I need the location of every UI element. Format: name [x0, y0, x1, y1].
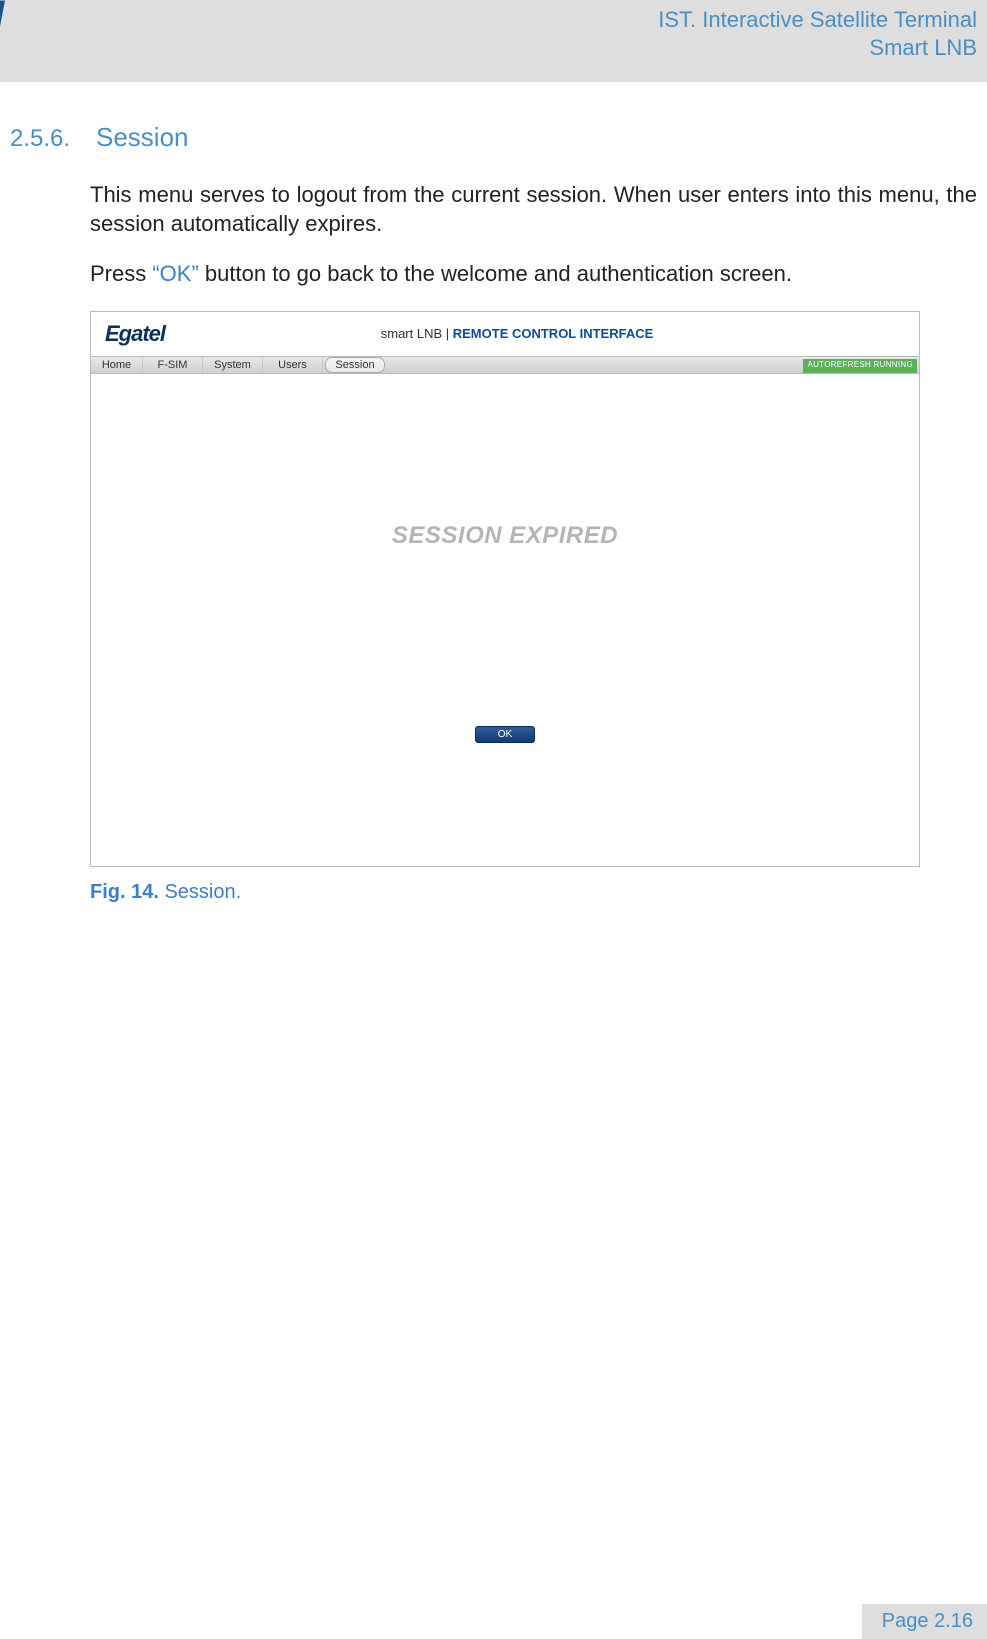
ok-button[interactable]: OK — [475, 726, 535, 743]
app-title-bold: REMOTE CONTROL INTERFACE — [453, 326, 654, 341]
embedded-screenshot: Egatel smart LNB | REMOTE CONTROL INTERF… — [90, 311, 920, 867]
page-header: atel IST. Interactive Satellite Terminal… — [0, 0, 987, 82]
page-footer: Page 2.16 — [0, 1590, 987, 1639]
menu-item-system[interactable]: System — [203, 357, 263, 373]
watermark-logo: atel — [0, 0, 2, 57]
menu-bar: Home F-SIM System Users Session AUTOREFR… — [91, 356, 919, 374]
app-logo: Egatel — [105, 321, 165, 347]
menu-item-session[interactable]: Session — [325, 357, 385, 373]
menu-item-home[interactable]: Home — [91, 357, 143, 373]
para2-pre: Press — [90, 261, 152, 286]
app-header: Egatel smart LNB | REMOTE CONTROL INTERF… — [91, 312, 919, 356]
figure-number: Fig. 14. — [90, 881, 159, 903]
figure-text: Session. — [159, 881, 241, 903]
menu-item-users[interactable]: Users — [263, 357, 323, 373]
header-titles: IST. Interactive Satellite Terminal Smar… — [658, 6, 977, 61]
para2-ok-word: “OK” — [152, 261, 198, 286]
page-number: Page 2.16 — [862, 1604, 987, 1639]
header-title-line1: IST. Interactive Satellite Terminal — [658, 6, 977, 34]
paragraph-intro: This menu serves to logout from the curr… — [90, 181, 977, 238]
menu-item-fsim[interactable]: F-SIM — [143, 357, 203, 373]
figure-caption: Fig. 14. Session. — [90, 881, 977, 904]
app-title: smart LNB | REMOTE CONTROL INTERFACE — [205, 326, 919, 341]
paragraph-ok: Press “OK” button to go back to the welc… — [90, 260, 977, 289]
section-title: Session — [96, 122, 189, 153]
para2-post: button to go back to the welcome and aut… — [199, 261, 792, 286]
header-title-line2: Smart LNB — [658, 34, 977, 62]
section-number: 2.5.6. — [10, 125, 76, 153]
app-title-plain: smart LNB | — [381, 326, 453, 341]
autorefresh-badge: AUTOREFRESH RUNNING — [803, 359, 917, 373]
session-expired-text: SESSION EXPIRED — [91, 522, 919, 550]
